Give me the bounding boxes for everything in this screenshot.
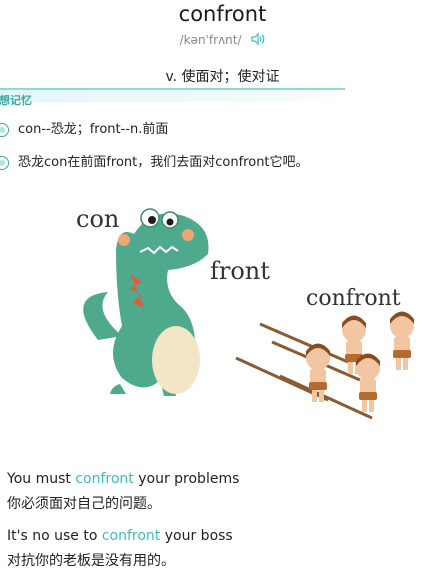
example-highlight[interactable]: confront — [102, 528, 160, 544]
example-text: your boss — [160, 528, 233, 544]
dinosaur-figure — [83, 208, 209, 396]
example-highlight[interactable]: confront — [75, 471, 133, 487]
speaker-icon[interactable] — [251, 32, 265, 48]
label-confront: confront — [306, 286, 401, 311]
phonetic-row: /kənˈfrʌnt/ — [0, 32, 427, 48]
memory-section-divider — [0, 88, 345, 90]
phonetic-text: /kənˈfrʌnt/ — [179, 33, 242, 47]
example-sentence-2: It's no use to confront your boss — [7, 528, 233, 544]
memory-tag: 联想记忆 — [0, 94, 32, 107]
memory-line-text: 恐龙con在前面front，我们去面对confront它吧。 — [18, 155, 309, 170]
memory-section-band — [0, 88, 345, 102]
word-title: confront — [178, 2, 267, 26]
label-front: front — [210, 257, 270, 285]
association-icon — [0, 155, 9, 170]
warriors-group — [235, 311, 414, 420]
memory-line-text: con--恐龙；front--n.前面 — [18, 122, 169, 137]
example-translation-2: 对抗你的老板是没有用的。 — [7, 553, 175, 569]
illustration: con front confront — [76, 205, 414, 420]
example-text: You must — [7, 471, 76, 487]
memory-line-split: con--恐龙；front--n.前面 — [0, 118, 168, 137]
example-text: your problems — [133, 471, 240, 487]
example-sentence-1: You must confront your problems — [7, 471, 239, 487]
memory-line-association: 恐龙con在前面front，我们去面对confront它吧。 — [0, 151, 309, 170]
example-translation-1: 你必须面对自己的问题。 — [7, 496, 161, 512]
definition: v. 使面对；使对证 — [165, 69, 280, 85]
label-con: con — [76, 205, 119, 233]
split-icon — [0, 122, 9, 137]
example-text: It's no use to — [7, 528, 102, 544]
